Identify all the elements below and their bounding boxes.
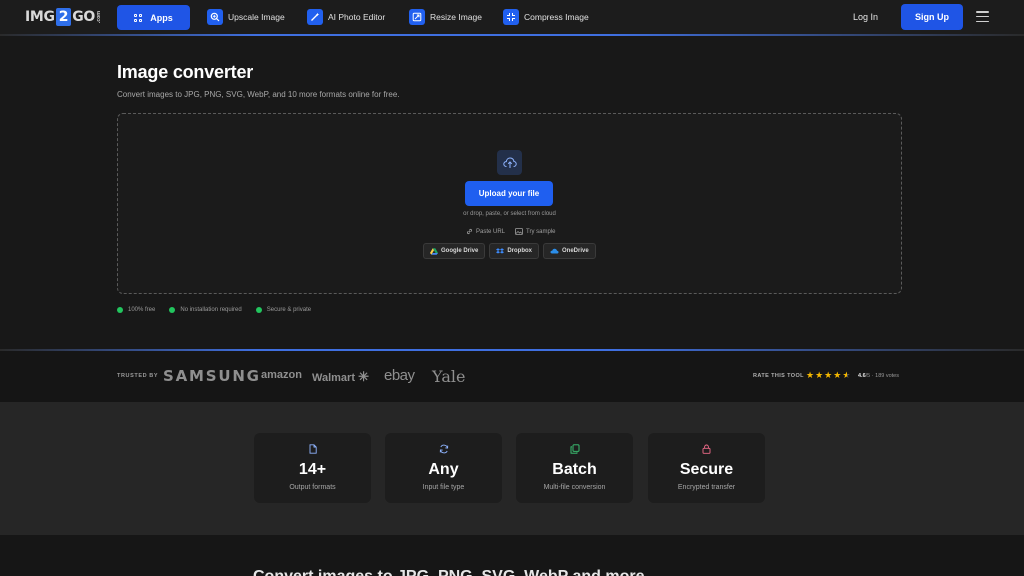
dropbox-button[interactable]: Dropbox: [489, 243, 540, 259]
onedrive-button[interactable]: OneDrive: [543, 243, 596, 259]
link-icon: [466, 228, 473, 235]
walmart-logo: Walmart ✳: [312, 369, 369, 384]
star-icon[interactable]: ★: [806, 370, 814, 381]
ebay-logo: ebay: [384, 367, 415, 384]
rating-summary: 4.6/5 · 189 votes: [858, 373, 899, 379]
file-icon: [309, 444, 317, 454]
img2go-logo[interactable]: IMG 2 GO .com: [25, 8, 102, 26]
paste-url-link[interactable]: Paste URL: [466, 228, 505, 235]
page-title: Image converter: [117, 62, 254, 82]
magic-wand-icon: [307, 9, 323, 25]
nav-link-ai-photo-editor[interactable]: AI Photo Editor: [307, 9, 385, 25]
try-sample-link[interactable]: Try sample: [515, 228, 555, 235]
apps-button[interactable]: Apps: [117, 5, 190, 30]
feature-free: 100% free: [117, 307, 155, 313]
stats-section: [0, 402, 1024, 535]
image-icon: [515, 228, 523, 235]
upload-options: Paste URL Try sample: [466, 228, 555, 235]
signup-button[interactable]: Sign Up: [901, 4, 963, 30]
google-drive-icon: [430, 247, 438, 255]
stat-card-batch: Batch Multi-file conversion: [516, 433, 633, 503]
check-circle-icon: [117, 307, 123, 313]
hamburger-menu-icon[interactable]: [976, 11, 989, 22]
copy-icon: [570, 444, 579, 454]
yale-logo: Yale: [432, 367, 466, 386]
check-circle-icon: [169, 307, 176, 313]
nav-link-compress-image[interactable]: Compress Image: [503, 9, 589, 25]
star-icon[interactable]: ★: [815, 370, 823, 381]
cloud-sources: Google Drive Dropbox OneDrive: [423, 243, 596, 259]
google-drive-button[interactable]: Google Drive: [423, 243, 486, 259]
lock-icon: [702, 444, 711, 454]
stat-card-formats: 14+ Output formats: [254, 433, 371, 503]
onedrive-icon: [550, 248, 559, 254]
samsung-logo: SAMSUNG: [163, 367, 261, 385]
feature-no-install: No installation required: [169, 307, 242, 313]
stat-card-secure: Secure Encrypted transfer: [648, 433, 765, 503]
check-circle-icon: [255, 307, 262, 313]
page-subtitle: Convert images to JPG, PNG, SVG, WebP, a…: [117, 90, 400, 99]
feature-secure: Secure & private: [255, 307, 311, 313]
upload-file-button[interactable]: Upload your file: [465, 181, 553, 206]
refresh-icon: [439, 444, 448, 454]
drop-hint-text: or drop, paste, or select from cloud: [463, 211, 556, 217]
walmart-spark-icon: ✳: [358, 369, 369, 384]
content-section: Convert images to JPG, PNG, SVG, WebP an…: [0, 535, 1024, 576]
amazon-logo: amazon: [261, 369, 302, 381]
dropbox-icon: [496, 247, 505, 253]
stat-card-input: Any Input file type: [385, 433, 502, 503]
star-icon[interactable]: ★: [833, 370, 841, 381]
trusted-by-label: TRUSTED BY: [117, 373, 159, 379]
nav-divider: [0, 34, 1024, 36]
nav-link-upscale-image[interactable]: Upscale Image: [207, 9, 285, 25]
feature-list: 100% free No installation required Secur…: [117, 307, 311, 313]
nav-link-resize-image[interactable]: Resize Image: [409, 9, 482, 25]
resize-icon: [409, 9, 425, 25]
rating-stars[interactable]: ★ ★ ★ ★ ★: [806, 370, 850, 381]
cloud-upload-icon[interactable]: [497, 150, 522, 175]
section-heading: Convert images to JPG, PNG, SVG, WebP an…: [253, 568, 645, 576]
compress-icon: [503, 9, 519, 25]
login-link[interactable]: Log In: [853, 12, 878, 22]
grid-icon: [134, 13, 143, 22]
rate-tool-label: RATE THIS TOOL: [753, 373, 804, 379]
star-half-icon[interactable]: ★: [842, 370, 850, 381]
star-icon[interactable]: ★: [824, 370, 832, 381]
magnify-plus-icon: [207, 9, 223, 25]
